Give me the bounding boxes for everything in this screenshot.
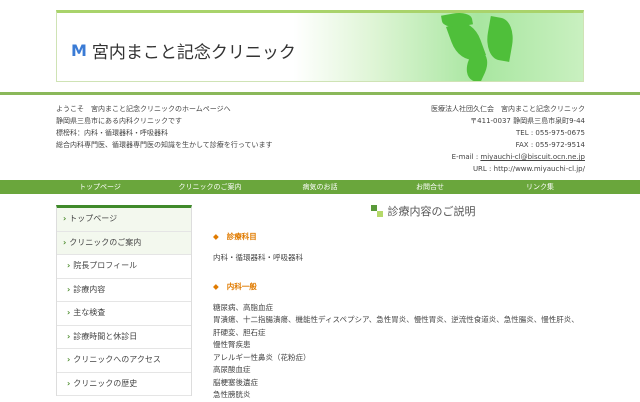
chevron-right-icon: › — [67, 355, 71, 364]
body-line: 肝硬変、胆石症 — [213, 327, 266, 337]
section-body: 内科・循環器科・呼吸器科 — [213, 252, 593, 265]
sidebar-item-label: クリニックへのアクセス — [73, 355, 161, 364]
intro-line: 静岡県三島市にある内科クリニックです — [56, 117, 182, 125]
logo-mark-icon: M — [71, 41, 87, 60]
body-line: 脳梗塞後遺症 — [213, 377, 258, 387]
section-heading: ◆ 内科一般 — [213, 281, 593, 292]
header-banner: M 宮内まこと記念クリニック — [56, 10, 584, 82]
body-line: 慢性腎疾患 — [213, 340, 251, 349]
sidebar: › トップページ › クリニックのご案内 › 院長プロフィール › 診療内容 › 主な検査… — [56, 205, 192, 396]
sidebar-item-profile[interactable]: › 院長プロフィール — [57, 255, 191, 279]
sidebar-item-label: 診療内容 — [73, 284, 106, 294]
sidebar-item-services[interactable]: › 診療内容 — [57, 279, 191, 302]
email-label: E-mail : — [451, 153, 481, 161]
logo[interactable]: M 宮内まこと記念クリニック — [71, 38, 296, 63]
sidebar-item-label: 主な検査 — [73, 308, 106, 317]
chevron-right-icon: › — [67, 378, 71, 388]
email-link[interactable]: miyauchi-cl@biscuit.ocn.ne.jp — [480, 153, 585, 161]
page-title: 診療内容のご説明 — [253, 203, 593, 219]
fax: FAX : 055-972-9514 — [515, 141, 585, 149]
body-line: アレルギー性鼻炎（花粉症） — [213, 352, 311, 362]
leaf-decoration — [483, 16, 517, 62]
org-name: 医療法人社団久仁会 宮内まこと記念クリニック — [431, 105, 585, 113]
sidebar-item-access[interactable]: › クリニックへのアクセス — [57, 349, 191, 373]
sidebar-item-label: クリニックの歴史 — [73, 378, 138, 388]
intro-line: 標榜科：内科・循環器科・呼吸器科 — [56, 129, 168, 137]
sidebar-item-clinic[interactable]: › クリニックのご案内 — [57, 231, 191, 255]
tel: TEL : 055-975-0675 — [516, 129, 585, 137]
nav-disease[interactable]: 病気のお話 — [265, 180, 375, 194]
header-divider — [0, 92, 640, 95]
intro-line: ようこそ 宮内まこと記念クリニックのホームページへ — [56, 105, 231, 113]
title-squares-icon — [370, 205, 383, 217]
chevron-right-icon: › — [67, 308, 71, 317]
sidebar-item-label: 院長プロフィール — [73, 261, 138, 270]
address: 〒411-0037 静岡県三島市泉町9-44 — [470, 117, 585, 125]
sidebar-item-label: 診療時間と休診日 — [73, 331, 138, 341]
nav-top[interactable]: トップページ — [45, 180, 155, 194]
nav-clinic[interactable]: クリニックのご案内 — [155, 180, 265, 194]
sidebar-item-label: トップページ — [69, 214, 118, 223]
body-line: 内科・循環器科・呼吸器科 — [213, 253, 303, 262]
sidebar-item-top[interactable]: › トップページ — [57, 208, 191, 232]
main-nav: トップページ クリニックのご案内 病気のお話 お問合せ リンク集 — [0, 180, 640, 194]
url: URL : http://www.miyauchi-cl.jp/ — [472, 165, 585, 173]
body-line: 胃潰瘍、十二指腸潰瘍、機能性ディスペプシア、急性胃炎、慢性胃炎、逆流性食道炎、急… — [213, 315, 579, 324]
chevron-right-icon: › — [63, 214, 67, 223]
contact-info: 医療法人社団久仁会 宮内まこと記念クリニック 〒411-0037 静岡県三島市泉… — [431, 103, 585, 175]
sidebar-item-label: クリニックのご案内 — [69, 237, 142, 247]
sidebar-item-hours[interactable]: › 診療時間と休診日 — [57, 326, 191, 349]
site-title: 宮内まこと記念クリニック — [91, 43, 296, 63]
intro-line: 総合内科専門医、循環器専門医の知識を生かして診療を行っています — [56, 141, 273, 149]
body-line: 高尿酸血症 — [213, 365, 251, 374]
section-heading-text: 診療科目 — [226, 232, 257, 241]
chevron-right-icon: › — [67, 284, 71, 294]
section-heading-text: 内科一般 — [226, 281, 257, 291]
chevron-right-icon: › — [63, 237, 67, 247]
chevron-right-icon: › — [67, 331, 71, 341]
nav-contact[interactable]: お問合せ — [375, 180, 485, 194]
chevron-right-icon: › — [67, 261, 71, 270]
page-title-text: 診療内容のご説明 — [387, 205, 476, 218]
nav-links[interactable]: リンク集 — [485, 180, 595, 194]
sidebar-item-history[interactable]: › クリニックの歴史 — [57, 373, 191, 396]
section-body: 糖尿病、高脂血症 胃潰瘍、十二指腸潰瘍、機能性ディスペプシア、急性胃炎、慢性胃炎… — [213, 302, 593, 402]
section-heading: ◆ 診療科目 — [213, 231, 593, 242]
diamond-icon: ◆ — [213, 232, 219, 241]
sidebar-item-exams[interactable]: › 主な検査 — [57, 302, 191, 326]
body-line: 糖尿病、高脂血症 — [213, 302, 273, 312]
main-content: 診療内容のご説明 ◆ 診療科目 内科・循環器科・呼吸器科 ◆ 内科一般 糖尿病、高脂… — [213, 203, 593, 402]
intro-text: ようこそ 宮内まこと記念クリニックのホームページへ 静岡県三島市にある内科クリニ… — [56, 103, 272, 151]
diamond-icon: ◆ — [213, 281, 219, 291]
